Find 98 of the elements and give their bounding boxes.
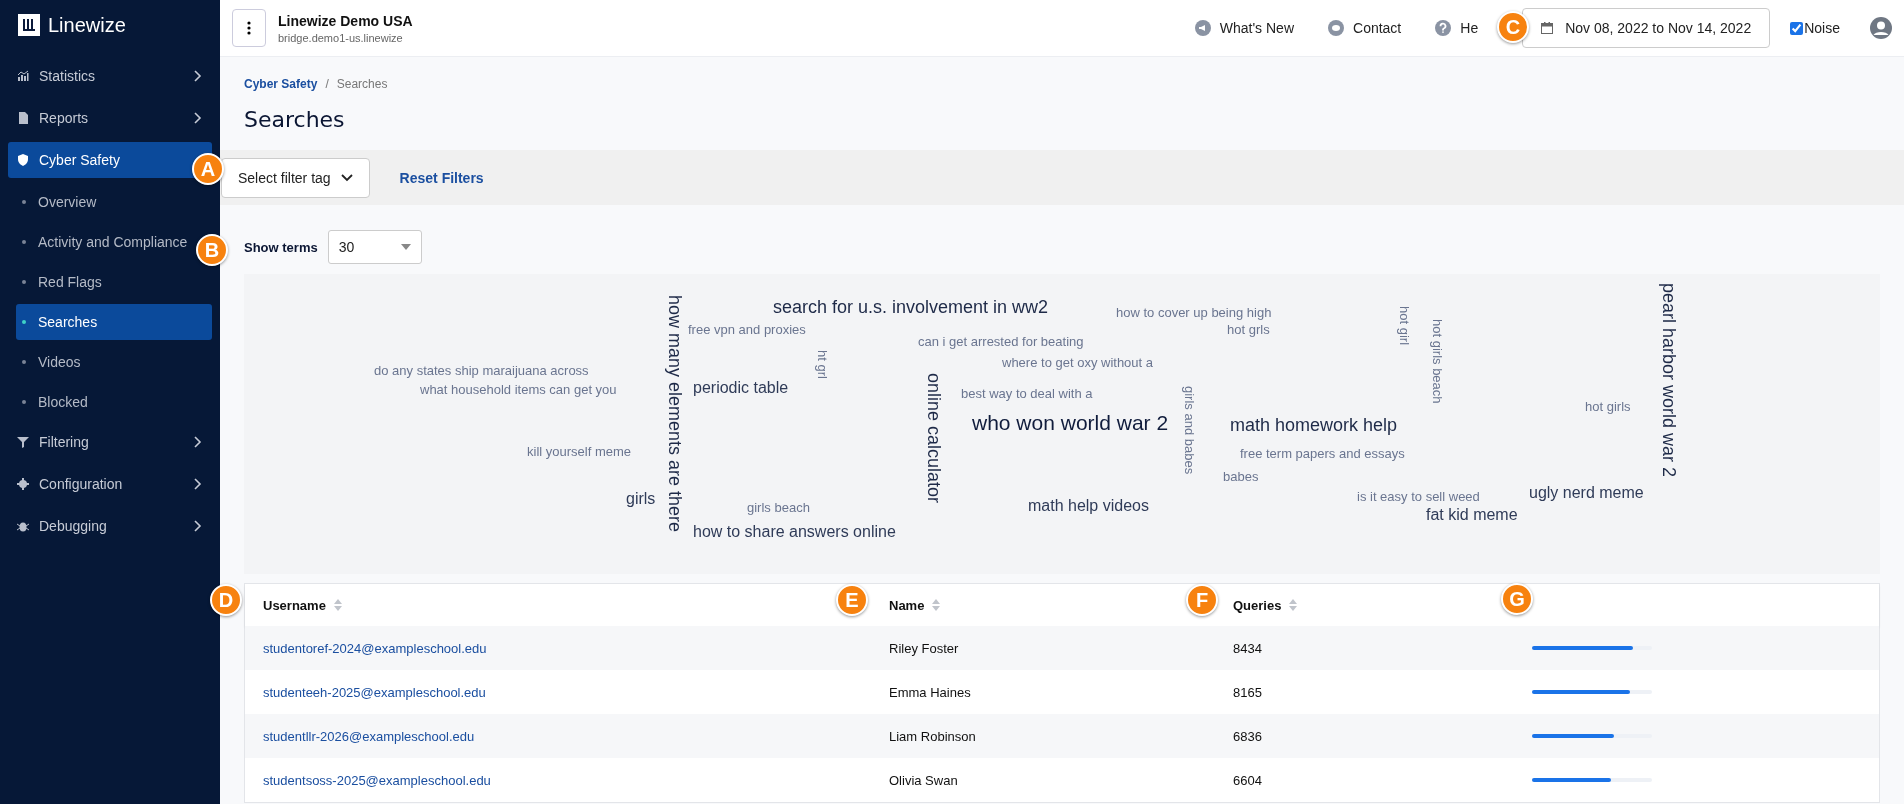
search-term[interactable]: free term papers and essays (1240, 446, 1405, 462)
username-link[interactable]: studenteeh-2025@exampleschool.edu (263, 684, 889, 700)
chevron-right-icon (194, 478, 202, 490)
header-link[interactable]: What's New (1194, 20, 1294, 36)
nav-subitem[interactable]: Overview (16, 184, 101, 220)
bug-icon (17, 520, 29, 532)
search-term[interactable]: best way to deal with a (961, 386, 1093, 402)
sort-icon (1289, 599, 1298, 611)
noise-label: Noise (1804, 20, 1840, 36)
search-term[interactable]: girls and babes (1181, 386, 1197, 475)
chevron-right-icon (194, 436, 202, 448)
breadcrumb-separator: / (325, 77, 329, 91)
organization-name: Linewize Demo USA (278, 12, 413, 29)
search-term[interactable]: can i get arrested for beating (918, 334, 1084, 350)
shield-icon (17, 154, 29, 166)
more-icon (247, 21, 251, 35)
callout-marker: D (210, 584, 242, 616)
show-terms-dropdown[interactable]: 30 (327, 230, 422, 264)
name-cell-text: Emma Haines (889, 684, 972, 700)
sort-icon (932, 599, 941, 611)
search-term[interactable]: hot girls (1585, 399, 1631, 415)
name-cell-text: Liam Robinson (889, 728, 977, 744)
header-link[interactable]: He (1435, 20, 1479, 36)
queries-cell-text: 8165 (1233, 684, 1263, 700)
search-term[interactable]: pearl harbor world war 2 (1657, 283, 1679, 478)
search-term[interactable]: free vpn and proxies (688, 322, 806, 338)
chevron-right-icon (194, 520, 202, 532)
search-term[interactable]: girls beach (747, 500, 810, 516)
nav-subitem[interactable]: Videos (16, 344, 85, 380)
avatar-icon[interactable] (1870, 17, 1892, 39)
search-term[interactable]: periodic table (693, 378, 789, 398)
logo-icon (18, 14, 40, 36)
search-term[interactable]: kill yourself meme (527, 444, 632, 460)
search-term[interactable]: how to cover up being high (1116, 305, 1272, 321)
queries-cell-text: 6836 (1233, 728, 1263, 744)
name-cell-text: Riley Foster (889, 640, 960, 656)
search-term[interactable]: who won world war 2 (972, 410, 1169, 436)
nav-subitem[interactable]: Activity and Compliance (16, 224, 192, 260)
search-term[interactable]: how to share answers online (693, 522, 896, 542)
chevron-right-icon (194, 70, 202, 82)
nav-subitem[interactable]: Searches (16, 304, 212, 340)
search-term[interactable]: ugly nerd meme (1529, 483, 1644, 503)
nav-item[interactable]: Reports (8, 100, 212, 136)
show-terms-label: Show terms (244, 239, 318, 255)
search-term[interactable]: where to get oxy without a (1002, 355, 1154, 371)
username-link[interactable]: studentsoss-2025@exampleschool.edu (263, 772, 889, 788)
nav-item[interactable]: Configuration (8, 466, 212, 502)
username-link[interactable]: studentllr-2026@exampleschool.edu (263, 728, 889, 744)
queries-cell-text: 8434 (1233, 640, 1263, 656)
logo-text: Linewize (48, 13, 126, 37)
username-link[interactable]: studentoref-2024@exampleschool.edu (263, 640, 889, 656)
organization-host: bridge.demo1-us.linewize (278, 31, 404, 44)
sort-icon (333, 599, 342, 611)
filter-tag-dropdown[interactable]: Select filter tag (221, 157, 370, 198)
search-term[interactable]: how many elements are there (663, 295, 685, 533)
chart-icon (17, 70, 29, 82)
date-range-button[interactable]: Nov 08, 2022 to Nov 14, 2022 (1522, 8, 1771, 48)
column-header[interactable]: Name (889, 597, 941, 613)
search-term[interactable]: what household items can get you (420, 382, 617, 398)
document-icon (17, 112, 29, 124)
search-term[interactable]: math homework help (1230, 415, 1398, 437)
caret-icon (400, 244, 411, 250)
search-term[interactable]: online calculator (922, 373, 944, 504)
search-term[interactable]: hot girls beach (1429, 319, 1445, 404)
search-term[interactable]: do any states ship maraijuana across (374, 363, 589, 379)
nav-item[interactable]: Debugging (8, 508, 212, 544)
search-term[interactable]: ht grl (814, 350, 830, 379)
search-term[interactable]: fat kid meme (1426, 505, 1518, 525)
megaphone-icon (1194, 20, 1211, 36)
nav-item[interactable]: Statistics (8, 58, 212, 94)
noise-checkbox[interactable] (1790, 21, 1804, 35)
funnel-icon (17, 436, 29, 448)
search-term[interactable]: hot grls (1227, 322, 1270, 338)
breadcrumb-link[interactable]: Cyber Safety (244, 77, 318, 91)
chevron-down-icon (340, 173, 353, 182)
nav-subitem[interactable]: Red Flags (16, 264, 106, 300)
reset-filters-link[interactable]: Reset Filters (399, 169, 484, 186)
chevron-right-icon (194, 112, 202, 124)
search-term[interactable]: is it easy to sell weed (1357, 489, 1480, 505)
header-link[interactable]: Contact (1328, 20, 1402, 36)
menu-button[interactable] (232, 9, 266, 47)
help-icon (1435, 20, 1452, 36)
search-term[interactable]: girls (626, 489, 656, 509)
callout-marker: B (196, 234, 228, 266)
calendar-icon (1541, 22, 1554, 34)
chat-icon (1328, 20, 1344, 36)
search-term[interactable]: hot girl (1396, 306, 1412, 346)
column-header[interactable]: Queries (1233, 597, 1298, 613)
search-term[interactable]: babes (1223, 469, 1259, 485)
page-title: Searches (244, 107, 346, 132)
breadcrumb-current: Searches (336, 77, 388, 91)
column-header[interactable]: Username (263, 597, 342, 613)
name-cell-text: Olivia Swan (889, 772, 959, 788)
search-term[interactable]: search for u.s. involvement in ww2 (773, 297, 1049, 319)
queries-cell-text: 6604 (1233, 772, 1263, 788)
search-term[interactable]: math help videos (1028, 496, 1149, 516)
nav-subitem[interactable]: Blocked (16, 384, 92, 420)
nav-item[interactable]: Filtering (8, 424, 212, 460)
